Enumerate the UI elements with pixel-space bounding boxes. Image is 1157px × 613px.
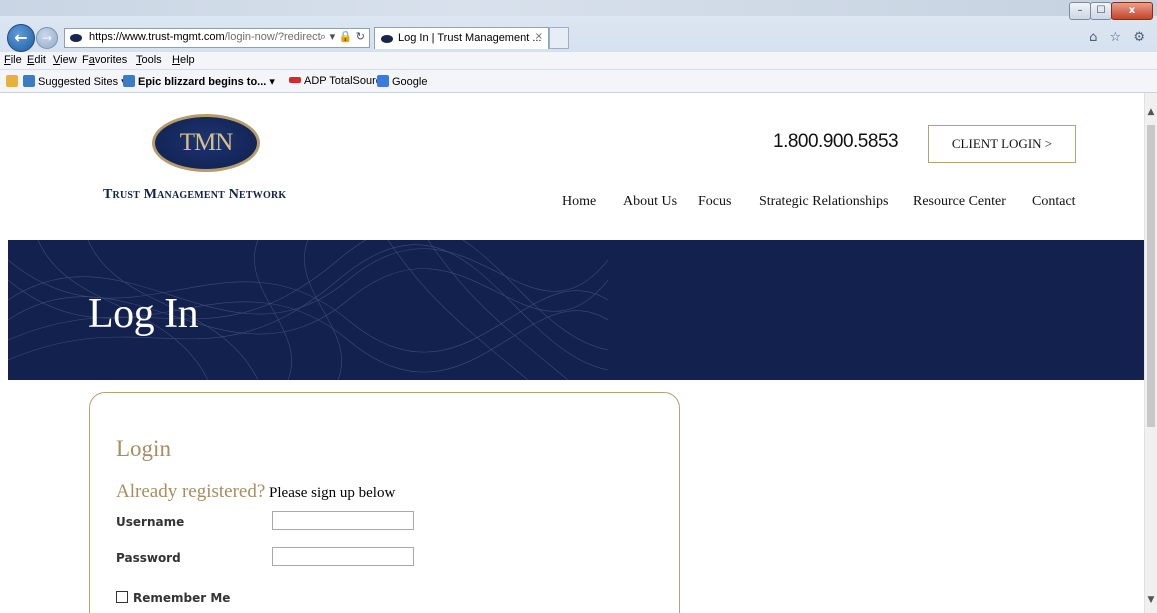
new-tab-button[interactable] bbox=[549, 27, 569, 49]
scroll-up-arrow-icon[interactable]: ▲ bbox=[1145, 107, 1157, 117]
ie-icon bbox=[123, 75, 135, 87]
remember-me-checkbox[interactable] bbox=[116, 591, 128, 603]
nav-strategic-relationships[interactable]: Strategic Relationships bbox=[759, 194, 888, 210]
menu-tools[interactable]: Tools bbox=[136, 54, 162, 66]
nav-home[interactable]: Home bbox=[562, 194, 596, 210]
scroll-thumb[interactable] bbox=[1147, 125, 1155, 427]
menu-bar: File Edit View Favorites Tools Help bbox=[0, 52, 1157, 69]
tab-favicon-icon bbox=[381, 35, 393, 43]
favorites-star-icon[interactable] bbox=[6, 75, 21, 88]
tmn-logo[interactable]: TMN bbox=[152, 114, 260, 172]
already-registered-row: Already registered? Please sign up below bbox=[116, 481, 395, 503]
login-form-card: Login Already registered? Please sign up… bbox=[89, 392, 680, 613]
url-text: https://www.trust-mgmt.com/login-now/?re… bbox=[89, 31, 321, 43]
menu-favorites[interactable]: Favorites bbox=[82, 54, 127, 66]
url-path: /login-now/?redirect bbox=[224, 31, 321, 43]
password-input[interactable] bbox=[272, 547, 414, 566]
vertical-scrollbar[interactable]: ▲ ▼ bbox=[1144, 93, 1157, 613]
back-button[interactable]: ← bbox=[7, 24, 35, 52]
scroll-down-arrow-icon[interactable]: ▼ bbox=[1145, 595, 1157, 605]
close-window-button[interactable]: x bbox=[1111, 2, 1153, 20]
home-favorites-settings-icons[interactable]: ⌂ ☆ ⚙ bbox=[1089, 30, 1149, 45]
address-bar-icons[interactable]: ⌕ ▾ 🔒 ↻ bbox=[320, 30, 365, 44]
browser-chrome: – ☐ x ← → https://www.trust-mgmt.com/log… bbox=[0, 0, 1157, 93]
forward-button[interactable]: → bbox=[36, 27, 58, 49]
url-domain: https://www.trust-mgmt.com bbox=[89, 31, 225, 43]
login-heading: Login bbox=[116, 436, 171, 461]
remember-me-label: Remember Me bbox=[133, 591, 231, 605]
page-title: Log In bbox=[88, 291, 199, 337]
username-input[interactable] bbox=[272, 511, 414, 530]
adp-icon bbox=[289, 77, 301, 83]
fav-epic-blizzard[interactable]: Epic blizzard begins to... ▾ bbox=[123, 75, 275, 88]
menu-view[interactable]: View bbox=[53, 54, 77, 66]
logo-initials: TMN bbox=[179, 129, 234, 156]
already-registered-text: Already registered? bbox=[116, 481, 266, 502]
minimize-button[interactable]: – bbox=[1069, 2, 1091, 20]
fav-adp-totalsource[interactable]: ADP TotalSource bbox=[289, 75, 387, 87]
google-icon bbox=[377, 75, 389, 87]
maximize-button[interactable]: ☐ bbox=[1090, 2, 1112, 20]
username-label: Username bbox=[116, 515, 185, 529]
site-favicon-icon bbox=[70, 34, 82, 42]
fav-google[interactable]: Google bbox=[377, 75, 427, 88]
tab-close-icon[interactable]: × bbox=[535, 31, 543, 42]
logo-company-name[interactable]: Trust Management Network bbox=[103, 187, 286, 203]
ie-icon bbox=[23, 75, 35, 87]
signup-prompt: Please sign up below bbox=[265, 485, 396, 501]
client-login-button[interactable]: CLIENT LOGIN > bbox=[928, 125, 1076, 163]
menu-edit[interactable]: Edit bbox=[27, 54, 46, 66]
tab-title: Log In | Trust Management ... bbox=[398, 32, 542, 44]
nav-about-us[interactable]: About Us bbox=[623, 194, 677, 210]
title-bar bbox=[0, 0, 1157, 16]
address-bar[interactable]: https://www.trust-mgmt.com/login-now/?re… bbox=[64, 28, 370, 48]
favorites-bar: Suggested Sites ▾ Epic blizzard begins t… bbox=[0, 70, 1157, 93]
nav-contact[interactable]: Contact bbox=[1032, 194, 1076, 210]
nav-focus[interactable]: Focus bbox=[698, 194, 731, 210]
password-label: Password bbox=[116, 551, 181, 565]
menu-file[interactable]: File bbox=[4, 54, 22, 66]
browser-tab[interactable]: Log In | Trust Management ... × bbox=[374, 27, 549, 49]
page-viewport: TMN Trust Management Network 1.800.900.5… bbox=[0, 93, 1144, 613]
page-banner: Log In bbox=[8, 240, 1144, 380]
fav-suggested-sites[interactable]: Suggested Sites ▾ bbox=[23, 75, 127, 88]
nav-resource-center[interactable]: Resource Center bbox=[913, 194, 1006, 210]
phone-number: 1.800.900.5853 bbox=[773, 131, 899, 152]
remember-me-row[interactable]: Remember Me bbox=[116, 587, 230, 606]
menu-help[interactable]: Help bbox=[172, 54, 195, 66]
